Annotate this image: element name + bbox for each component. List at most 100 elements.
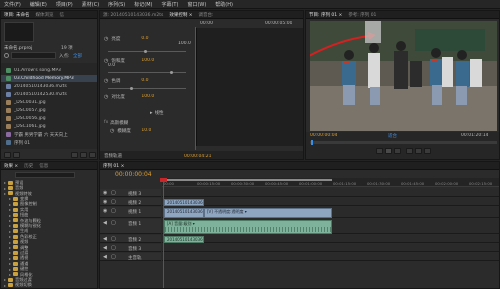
speaker-icon[interactable]: ◀ [103, 236, 107, 242]
track-header-video[interactable]: ◉ ▢ 视频 2 [100, 198, 161, 206]
list-item[interactable]: 序列 01 [1, 139, 97, 146]
param-value[interactable]: 100.0 [141, 58, 154, 63]
param-slider-track[interactable] [108, 51, 186, 52]
playhead-handle[interactable] [160, 178, 167, 182]
tab-project[interactable]: 项目: 未命名 [4, 12, 29, 18]
param-slider-track[interactable] [108, 72, 186, 73]
speaker-icon[interactable]: ◀ [103, 220, 107, 226]
step-forward-button[interactable] [394, 148, 401, 154]
disclosure-triangle-icon[interactable]: ▸ [4, 283, 6, 288]
menu-marker[interactable]: 标记(M) [134, 1, 152, 8]
menu-title[interactable]: 字幕(T) [161, 1, 178, 8]
stopwatch-icon[interactable]: ◷ [104, 36, 108, 42]
track-header-audio[interactable]: ◀ ▢ 音频 2 [100, 235, 161, 243]
tab-info-2[interactable]: 信息 [39, 163, 48, 169]
extract-button[interactable] [415, 148, 422, 154]
eye-icon[interactable]: ◉ [103, 199, 107, 205]
param-value[interactable]: 10.0 [141, 128, 151, 133]
menu-sequence[interactable]: 序列(S) [108, 1, 125, 8]
speaker-icon[interactable]: ◀ [103, 245, 107, 251]
track-lane[interactable] [162, 189, 499, 197]
new-item-button[interactable] [80, 152, 87, 158]
lift-button[interactable] [406, 148, 413, 154]
param-slider-handle[interactable] [130, 87, 133, 90]
export-frame-button[interactable] [424, 148, 431, 154]
list-item[interactable]: 20140510142530.m2ts [1, 91, 97, 98]
tab-sequence[interactable]: 序列 01 × [103, 163, 124, 169]
param-slider-handle[interactable] [144, 50, 147, 53]
list-item[interactable]: _DSC1061.jpg [1, 123, 97, 130]
menu-file[interactable]: 文件(F) [4, 1, 21, 8]
track-header-video[interactable]: ◉ ▢ 视频 1 [100, 207, 161, 218]
effect-param-row[interactable]: ◷ 对比度 100.0 [104, 93, 193, 100]
list-item[interactable]: _DSC0031.jpg [1, 99, 97, 106]
tab-effect-controls[interactable]: 效果控制 × [169, 12, 192, 18]
menu-project[interactable]: 项目(P) [56, 1, 73, 8]
list-item[interactable]: _DSC0057.jpg [1, 107, 97, 114]
track-lane[interactable] [162, 198, 499, 206]
effect-group-row[interactable]: fx 高斯模糊 [104, 119, 193, 126]
track-header-video[interactable]: ◉ ▢ 视频 3 [100, 189, 161, 197]
lock-icon[interactable]: ▢ [111, 254, 116, 260]
video-clip[interactable]: 20140510143036.m2ts [164, 208, 204, 218]
project-search-input[interactable] [11, 52, 56, 59]
icon-view-button[interactable] [13, 152, 20, 158]
list-item[interactable]: _DSC0056.jpg [1, 115, 97, 122]
list-item[interactable]: 20140510143036.m2ts [1, 83, 97, 90]
track-lane[interactable] [162, 244, 499, 252]
param-value[interactable]: 0.0 [141, 36, 148, 41]
param-value[interactable]: 100.0 [141, 94, 154, 99]
menu-help[interactable]: 帮助(H) [215, 1, 233, 8]
effect-param-row[interactable]: ◷ 模糊度 10.0 [110, 127, 193, 134]
video-clip[interactable]: 20140510143036.m2ts [164, 199, 204, 206]
tab-source[interactable]: 源: 20140510143036.m2ts [103, 12, 163, 18]
effect-param-row[interactable]: ◷ 色调 0.0 [104, 77, 193, 84]
tab-media-browser[interactable]: 媒体浏览 [35, 12, 53, 18]
timeline-playhead[interactable] [163, 178, 164, 288]
stopwatch-icon[interactable]: ◷ [104, 78, 108, 84]
step-back-button[interactable] [376, 148, 383, 154]
program-ruler[interactable] [310, 141, 497, 144]
program-fit-select[interactable]: 适合 [388, 133, 397, 139]
param-value[interactable]: 0.0 [141, 78, 148, 83]
tab-program[interactable]: 节目: 序列 01 × [309, 12, 342, 18]
eye-icon[interactable]: ◉ [103, 190, 107, 196]
speaker-icon[interactable]: ◀ [103, 254, 107, 260]
tab-effects[interactable]: 效果 × [4, 163, 18, 169]
lock-icon[interactable]: ▢ [111, 245, 116, 251]
track-header-master[interactable]: ◀ ▢ 主音轨 [100, 253, 161, 261]
project-filter-select[interactable]: 全部 [73, 53, 82, 59]
timeline-work-area-bar[interactable] [162, 179, 332, 181]
video-clip[interactable]: [V] 不透明度:透明度 ▾ [204, 208, 332, 218]
effect-param-row[interactable]: ◷ 饱和度 100.0 [104, 57, 193, 64]
new-bin-button[interactable] [71, 152, 78, 158]
audio-clip[interactable]: [A] 音量:级别 ▾ [164, 220, 332, 234]
param-slider-handle[interactable] [170, 71, 173, 74]
tab-reference[interactable]: 参考: 序列 01 [348, 12, 376, 18]
lock-icon[interactable]: ▢ [111, 220, 116, 226]
list-item[interactable]: 学霸 男男学霸 六 天天向上 [1, 131, 97, 138]
lock-icon[interactable]: ▢ [111, 190, 116, 196]
menu-edit[interactable]: 编辑(E) [30, 1, 47, 8]
list-view-button[interactable] [4, 152, 11, 158]
tab-info[interactable]: 信 [59, 12, 64, 18]
list-item[interactable]: 01.Arrow's song.MP3 [1, 67, 97, 74]
menu-clip[interactable]: 素材(C) [82, 1, 99, 8]
fx-toggle-icon[interactable]: fx [104, 120, 108, 125]
menu-window[interactable]: 窗口(W) [187, 1, 206, 8]
tab-audio-mixer[interactable]: 调音台: [199, 12, 214, 18]
tab-history[interactable]: 历史 [24, 163, 33, 169]
track-header-audio[interactable]: ◀ ▢ 音频 3 [100, 244, 161, 252]
link-icon[interactable]: ▸ [150, 110, 153, 116]
effects-search-input[interactable] [15, 172, 75, 178]
track-lane[interactable] [162, 253, 499, 261]
lock-icon[interactable]: ▢ [111, 208, 116, 214]
lock-icon[interactable]: ▢ [111, 236, 116, 242]
project-search-icon[interactable] [4, 53, 9, 58]
track-header-audio[interactable]: ◀ ▢ 音频 1 [100, 219, 161, 234]
audio-clip[interactable]: 20140510143036.m2ts [164, 236, 204, 243]
list-item[interactable]: 03.Childhood Memory.MP3 [1, 75, 97, 82]
trash-button[interactable] [89, 152, 96, 158]
lock-icon[interactable]: ▢ [111, 199, 116, 205]
stopwatch-icon[interactable]: ◷ [110, 128, 114, 134]
